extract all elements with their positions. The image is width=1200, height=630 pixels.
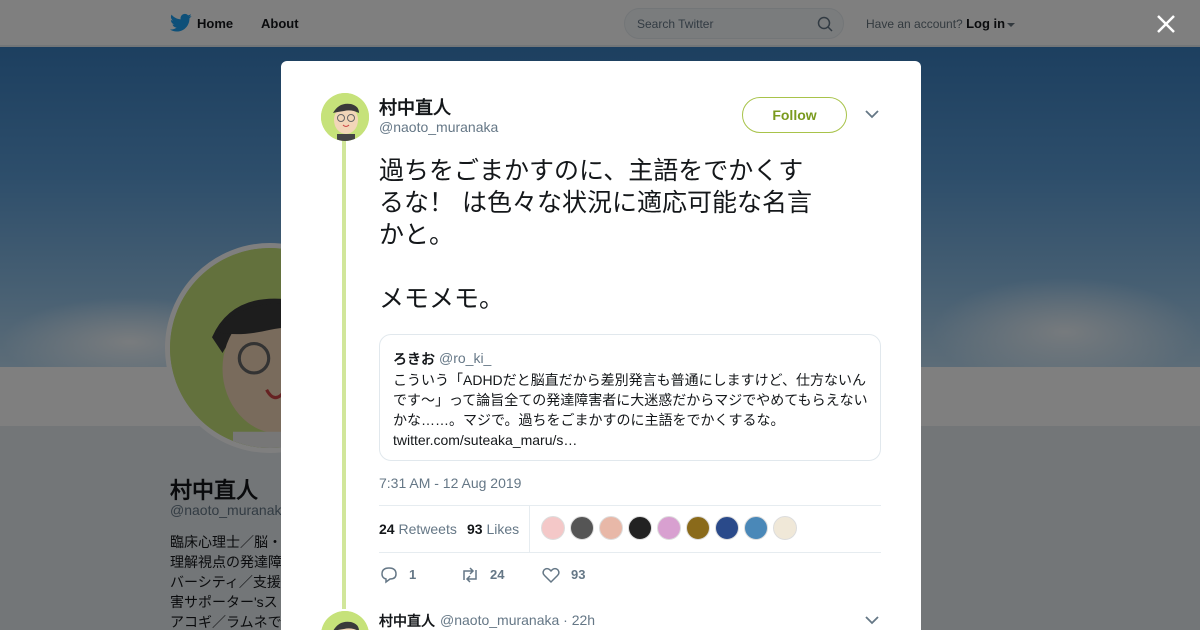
- retweets-stat[interactable]: 24 Retweets: [379, 521, 457, 537]
- tweet-actions: 1 24 93: [379, 561, 679, 585]
- tweet-text-spacer: [379, 251, 879, 283]
- quoted-author-name: ろきお: [393, 351, 435, 367]
- likes-label: Likes: [486, 521, 520, 537]
- reply-icon: [381, 567, 397, 584]
- quoted-text: こういう「ADHDだと脳直だから差別発言も普通にしますけど、仕方ないんです～」っ…: [393, 370, 873, 450]
- tweet-text-line: メモメモ。: [379, 284, 505, 313]
- retweets-count: 24: [379, 521, 395, 537]
- avatar-illustration: [321, 611, 369, 630]
- liker-avatar[interactable]: [570, 516, 594, 540]
- reply-author-handle-time[interactable]: @naoto_muranaka · 22h: [440, 612, 595, 628]
- liker-avatar[interactable]: [657, 516, 681, 540]
- stats-divider: [529, 506, 530, 552]
- tweet-timestamp[interactable]: 7:31 AM - 12 Aug 2019: [379, 475, 521, 491]
- tweet-text-line: るな！ は色々な状況に適応可能な名言: [379, 188, 812, 217]
- author-handle[interactable]: @naoto_muranaka: [379, 119, 498, 135]
- quoted-tweet[interactable]: ろきお @ro_ki_ こういう「ADHDだと脳直だから差別発言も普通にしますけ…: [379, 334, 881, 461]
- liker-avatar[interactable]: [541, 516, 565, 540]
- heart-icon: [542, 567, 560, 584]
- liker-avatar[interactable]: [599, 516, 623, 540]
- chevron-down-icon[interactable]: [865, 109, 879, 119]
- liker-avatar[interactable]: [686, 516, 710, 540]
- retweet-icon: [463, 567, 477, 583]
- thread-line: [342, 141, 346, 609]
- retweet-count: 24: [490, 567, 505, 582]
- follow-button[interactable]: Follow: [742, 97, 847, 133]
- liker-avatar[interactable]: [744, 516, 768, 540]
- tweet-stats: 24 Retweets 93 Likes: [379, 505, 881, 553]
- chevron-down-icon[interactable]: [865, 615, 879, 625]
- reply-author-avatar[interactable]: [321, 611, 369, 630]
- author-name[interactable]: 村中直人: [379, 94, 451, 120]
- liker-avatar[interactable]: [773, 516, 797, 540]
- reply-count: 1: [409, 567, 417, 582]
- avatar-illustration: [321, 93, 369, 141]
- liker-avatar[interactable]: [628, 516, 652, 540]
- tweet-modal: 村中直人 @naoto_muranaka Follow 過ちをごまかすのに、主語…: [281, 61, 921, 630]
- tweet-text-line: 過ちをごまかすのに、主語をでかくす: [379, 156, 804, 185]
- liker-avatar[interactable]: [715, 516, 739, 540]
- like-count: 93: [571, 567, 586, 582]
- close-icon[interactable]: [1155, 13, 1177, 35]
- reply-author-name[interactable]: 村中直人: [379, 611, 435, 630]
- quoted-link[interactable]: twitter.com/suteaka_maru/s…: [393, 432, 577, 448]
- likes-stat[interactable]: 93 Likes: [467, 521, 519, 537]
- author-avatar[interactable]: [321, 93, 369, 141]
- tweet-text-line: かと。: [379, 220, 455, 249]
- quoted-body: こういう「ADHDだと脳直だから差別発言も普通にしますけど、仕方ないんです～」っ…: [393, 372, 868, 428]
- retweets-label: Retweets: [398, 521, 457, 537]
- likes-count: 93: [467, 521, 483, 537]
- quoted-author-handle: @ro_ki_: [439, 350, 492, 366]
- tweet-text: 過ちをごまかすのに、主語をでかくす るな！ は色々な状況に適応可能な名言 かと。…: [379, 155, 879, 315]
